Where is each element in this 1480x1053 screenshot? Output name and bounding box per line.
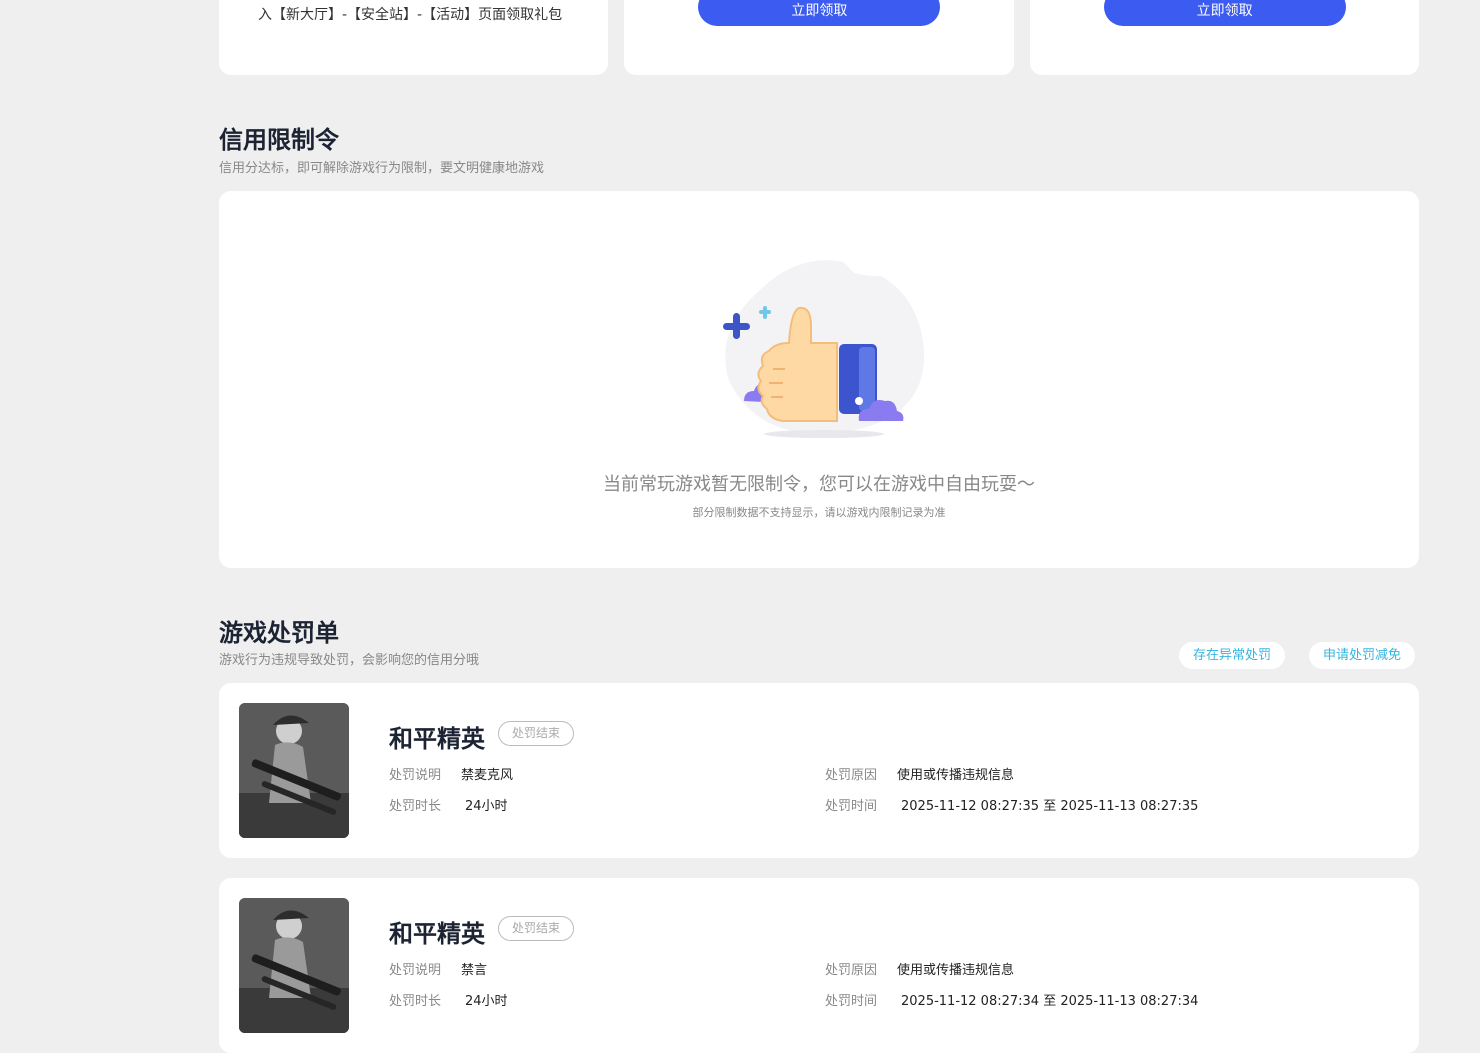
desc-value: 禁言 [461, 963, 488, 978]
duration-value: 24小时 [465, 994, 508, 1009]
credit-section-subtitle: 信用分达标，即可解除游戏行为限制，要文明健康地游戏 [219, 161, 545, 176]
credit-empty-card: 当前常玩游戏暂无限制令，您可以在游戏中自由玩耍～ 部分限制数据不支持显示，请以游… [219, 191, 1419, 568]
duration-label: 处罚时长 [389, 799, 442, 814]
claim-button[interactable]: 立即领取 [1103, 0, 1346, 26]
game-thumbnail [239, 898, 349, 1033]
time-label: 处罚时间 [825, 994, 878, 1009]
desc-label: 处罚说明 [389, 768, 442, 783]
reason-label: 处罚原因 [825, 963, 878, 978]
game-name: 和平精英 [389, 920, 485, 948]
reason-value: 使用或传播违规信息 [897, 963, 1015, 978]
penalty-card: 和平精英 处罚结束 处罚说明 禁言 处罚原因 使用或传播违规信息 处罚时长 24… [219, 878, 1419, 1053]
penalty-section-subtitle: 游戏行为违规导致处罚，会影响您的信用分哦 [219, 653, 480, 668]
reward-cards: 领取方式：每个自然月领取一次。前往游戏内，进入【新大厅】-【安全站】-【活动】页… [219, 0, 1419, 75]
status-badge: 处罚结束 [498, 916, 575, 941]
thumbs-up-illustration [723, 255, 925, 438]
penalty-card: 和平精英 处罚结束 处罚说明 禁麦克风 处罚原因 使用或传播违规信息 处罚时长 … [219, 683, 1419, 858]
reward-desc: 领取方式：每个自然月领取一次。前往游戏内，进入【新大厅】-【安全站】-【活动】页… [258, 0, 566, 23]
penalty-section-title: 游戏处罚单 [219, 619, 339, 647]
desc-label: 处罚说明 [389, 963, 442, 978]
claim-button[interactable]: 立即领取 [698, 0, 941, 26]
reason-label: 处罚原因 [825, 768, 878, 783]
reward-card-3: 立即领取 [1029, 0, 1419, 75]
duration-label: 处罚时长 [389, 994, 442, 1009]
status-badge: 处罚结束 [498, 721, 575, 746]
time-value: 2025-11-12 08:27:34 至 2025-11-13 08:27:3… [901, 994, 1199, 1009]
time-label: 处罚时间 [825, 799, 878, 814]
credit-section-title: 信用限制令 [219, 126, 339, 154]
empty-note: 部分限制数据不支持显示，请以游戏内限制记录为准 [692, 506, 946, 519]
game-name: 和平精英 [389, 725, 485, 753]
time-value: 2025-11-12 08:27:35 至 2025-11-13 08:27:3… [901, 799, 1199, 814]
duration-value: 24小时 [465, 799, 508, 814]
empty-message: 当前常玩游戏暂无限制令，您可以在游戏中自由玩耍～ [603, 474, 1035, 495]
game-thumbnail [239, 703, 349, 838]
desc-value: 禁麦克风 [461, 768, 514, 783]
appeal-penalty-button[interactable]: 申请处罚减免 [1309, 642, 1416, 669]
reward-card-1: 领取方式：每个自然月领取一次。前往游戏内，进入【新大厅】-【安全站】-【活动】页… [219, 0, 609, 75]
abnormal-penalty-button[interactable]: 存在异常处罚 [1179, 642, 1286, 669]
reason-value: 使用或传播违规信息 [897, 768, 1015, 783]
reward-card-2: 立即领取 [624, 0, 1014, 75]
